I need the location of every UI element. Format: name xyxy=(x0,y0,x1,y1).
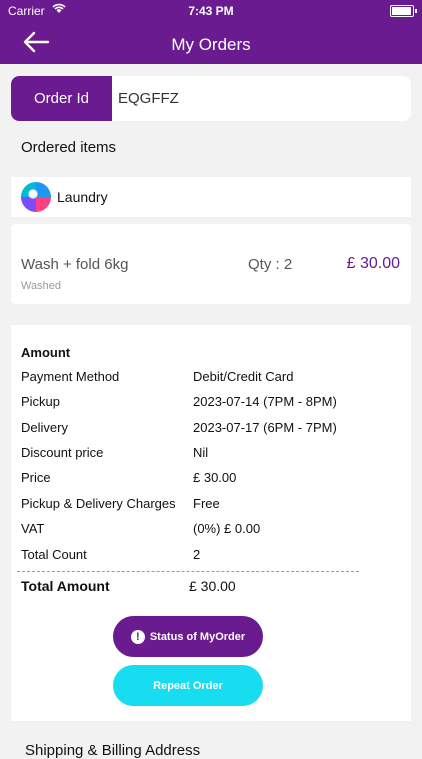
row-value: £ 30.00 xyxy=(193,470,237,485)
page-title: My Orders xyxy=(171,35,251,54)
row-key: Pickup & Delivery Charges xyxy=(21,496,176,511)
order-item-card: Wash + fold 6kg Qty : 2 £ 30.00 Washed xyxy=(11,224,411,304)
row-key: Delivery xyxy=(21,420,68,435)
row-value: (0%) £ 0.00 xyxy=(193,521,261,536)
battery-icon xyxy=(390,5,417,17)
shipping-billing-heading: Shipping & Billing Address xyxy=(25,742,201,759)
order-id-card: Order Id EQGFFZ xyxy=(11,76,411,121)
charges-row: Pickup & Delivery Charges Free xyxy=(21,496,401,516)
total-amount-row: Total Amount £ 30.00 xyxy=(21,578,401,598)
total-amount-value: £ 30.00 xyxy=(189,578,236,594)
item-qty: Qty : 2 xyxy=(248,256,293,273)
row-key: Price xyxy=(21,470,51,485)
row-key: VAT xyxy=(21,521,45,536)
price-row: Price £ 30.00 xyxy=(21,470,401,490)
row-key: Payment Method xyxy=(21,369,120,384)
payment-method-row: Payment Method Debit/Credit Card xyxy=(21,369,401,389)
status-button-label: Status of MyOrder xyxy=(149,630,246,643)
status-of-order-button[interactable]: ! Status of MyOrder xyxy=(113,616,263,657)
row-key: Total Count xyxy=(21,547,87,562)
total-amount-label: Total Amount xyxy=(21,578,110,594)
alert-icon: ! xyxy=(130,629,145,644)
total-count-row: Total Count 2 xyxy=(21,547,401,567)
repeat-order-button[interactable]: Repeat Order xyxy=(113,665,263,706)
row-value: Free xyxy=(193,496,220,511)
order-id-label: Order Id xyxy=(11,76,112,121)
status-time: 7:43 PM xyxy=(188,4,234,18)
top-bar: Carrier 7:43 PM My Orders xyxy=(0,0,422,64)
category-label: Laundry xyxy=(57,189,108,205)
delivery-row: Delivery 2023-07-17 (6PM - 7PM) xyxy=(21,420,401,440)
amount-card: Amount Payment Method Debit/Credit Card … xyxy=(11,325,411,721)
row-value: 2023-07-14 (7PM - 8PM) xyxy=(193,394,337,409)
category-row: Laundry xyxy=(11,177,411,217)
laundry-icon xyxy=(21,182,51,212)
row-key: Discount price xyxy=(21,445,104,460)
status-bar: Carrier 7:43 PM xyxy=(0,0,422,20)
discount-row: Discount price Nil xyxy=(21,445,401,465)
dashed-divider xyxy=(17,571,359,572)
row-value: 2 xyxy=(193,547,201,562)
row-key: Pickup xyxy=(21,394,61,409)
row-value: Debit/Credit Card xyxy=(193,369,294,384)
item-price: £ 30.00 xyxy=(346,255,400,272)
amount-title: Amount xyxy=(21,345,71,360)
pickup-row: Pickup 2023-07-14 (7PM - 8PM) xyxy=(21,394,401,414)
order-id-value: EQGFFZ xyxy=(118,90,179,107)
item-status: Washed xyxy=(21,280,61,292)
repeat-button-label: Repeat Order xyxy=(153,679,223,692)
row-value: 2023-07-17 (6PM - 7PM) xyxy=(193,420,337,435)
vat-row: VAT (0%) £ 0.00 xyxy=(21,521,401,541)
ordered-items-heading: Ordered items xyxy=(21,139,117,156)
row-value: Nil xyxy=(193,445,209,460)
item-name: Wash + fold 6kg xyxy=(21,256,129,273)
